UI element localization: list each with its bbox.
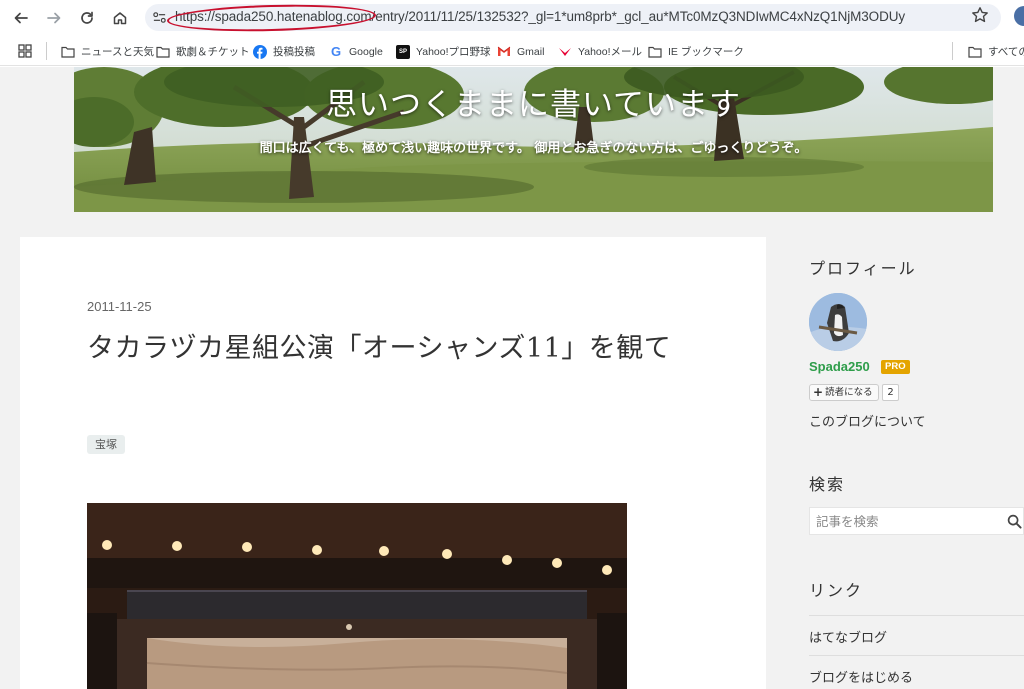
facebook-icon (253, 44, 267, 59)
browser-toolbar: https://spada250.hatenablog.com/entry/20… (0, 0, 1024, 36)
user-name[interactable]: Spada250 (809, 359, 870, 374)
gmail-icon (497, 45, 511, 59)
entry-title[interactable]: タカラヅカ星組公演「オーシャンズ11」を観て (87, 327, 697, 371)
link-hatena-blog[interactable]: はてなブログ (809, 627, 887, 646)
bookmark-all[interactable]: すべての (968, 43, 1024, 60)
blog-page: 思いつくままに書いています 間口は広くても、極めて浅い趣味の世界です。 御用とお… (0, 67, 1024, 689)
link-divider (809, 615, 1024, 616)
pro-badge: PRO (881, 360, 910, 374)
folder-icon (61, 45, 75, 59)
about-blog-link[interactable]: このブログについて (809, 411, 926, 430)
folder-icon (968, 45, 982, 59)
bookmark-ie-bookmarks[interactable]: IE ブックマーク (648, 43, 744, 60)
search-heading: 検索 (809, 475, 846, 494)
link-divider (809, 655, 1024, 656)
forward-arrow-icon[interactable] (41, 5, 67, 31)
folder-icon (156, 45, 170, 59)
bookmark-star-icon[interactable] (971, 6, 989, 24)
bookmark-google[interactable]: G Google (329, 43, 383, 60)
profile-avatar-icon[interactable] (1014, 6, 1024, 26)
bookmark-kageki-ticket[interactable]: 歌劇＆チケット (156, 43, 250, 60)
blog-header-image[interactable]: 思いつくままに書いています 間口は広くても、極めて浅い趣味の世界です。 御用とお… (74, 67, 993, 212)
bookmarks-bar: ニュースと天気 歌劇＆チケット 投稿投稿 G Google SP Yahoo!プ… (0, 36, 1024, 66)
bird-avatar-image (809, 293, 867, 351)
profile-heading: プロフィール (809, 259, 917, 278)
theater-stage-image (87, 503, 627, 689)
theater-photo (87, 503, 627, 689)
bookmark-gmail[interactable]: Gmail (497, 43, 544, 60)
bookmark-news-weather[interactable]: ニュースと天気 (61, 43, 154, 60)
back-arrow-icon[interactable] (8, 5, 34, 31)
yahoo-mail-icon (558, 45, 572, 59)
home-icon[interactable] (107, 5, 133, 31)
bookmark-yahoo-mail[interactable]: Yahoo!メール (558, 43, 642, 60)
blog-description: 間口は広くても、極めて浅い趣味の世界です。 御用とお急ぎのない方は、ごゆっくりど… (259, 141, 808, 156)
links-heading: リンク (809, 581, 864, 600)
bookmarks-separator (952, 42, 953, 60)
sports-icon: SP (396, 44, 410, 59)
subscribe-button[interactable]: + 読者になる (809, 384, 879, 401)
subscriber-count[interactable]: 2 (882, 384, 899, 401)
avatar[interactable] (809, 293, 867, 351)
bookmark-yahoo-baseball[interactable]: SP Yahoo!プロ野球 (396, 43, 491, 60)
blog-title[interactable]: 思いつくままに書いています (74, 79, 993, 124)
bookmark-facebook[interactable]: 投稿投稿 (253, 43, 315, 60)
link-start-blog[interactable]: ブログをはじめる (809, 667, 913, 686)
site-info-icon[interactable] (152, 10, 167, 25)
reload-icon[interactable] (74, 5, 100, 31)
search-box (809, 507, 1024, 535)
search-input[interactable] (810, 508, 1000, 534)
apps-grid-icon[interactable] (18, 44, 32, 58)
bookmarks-separator (46, 42, 47, 60)
entry-date[interactable]: 2011-11-25 (87, 299, 152, 314)
google-icon: G (330, 44, 342, 59)
category-tag[interactable]: 宝塚 (87, 435, 125, 454)
plus-icon: + (813, 385, 824, 399)
address-bar[interactable]: https://spada250.hatenablog.com/entry/20… (145, 2, 1001, 34)
folder-icon (648, 45, 662, 59)
article-card: 2011-11-25 タカラヅカ星組公演「オーシャンズ11」を観て 宝塚 (20, 237, 766, 689)
search-icon[interactable] (1007, 514, 1022, 529)
url-highlight-annotation (166, 2, 377, 34)
